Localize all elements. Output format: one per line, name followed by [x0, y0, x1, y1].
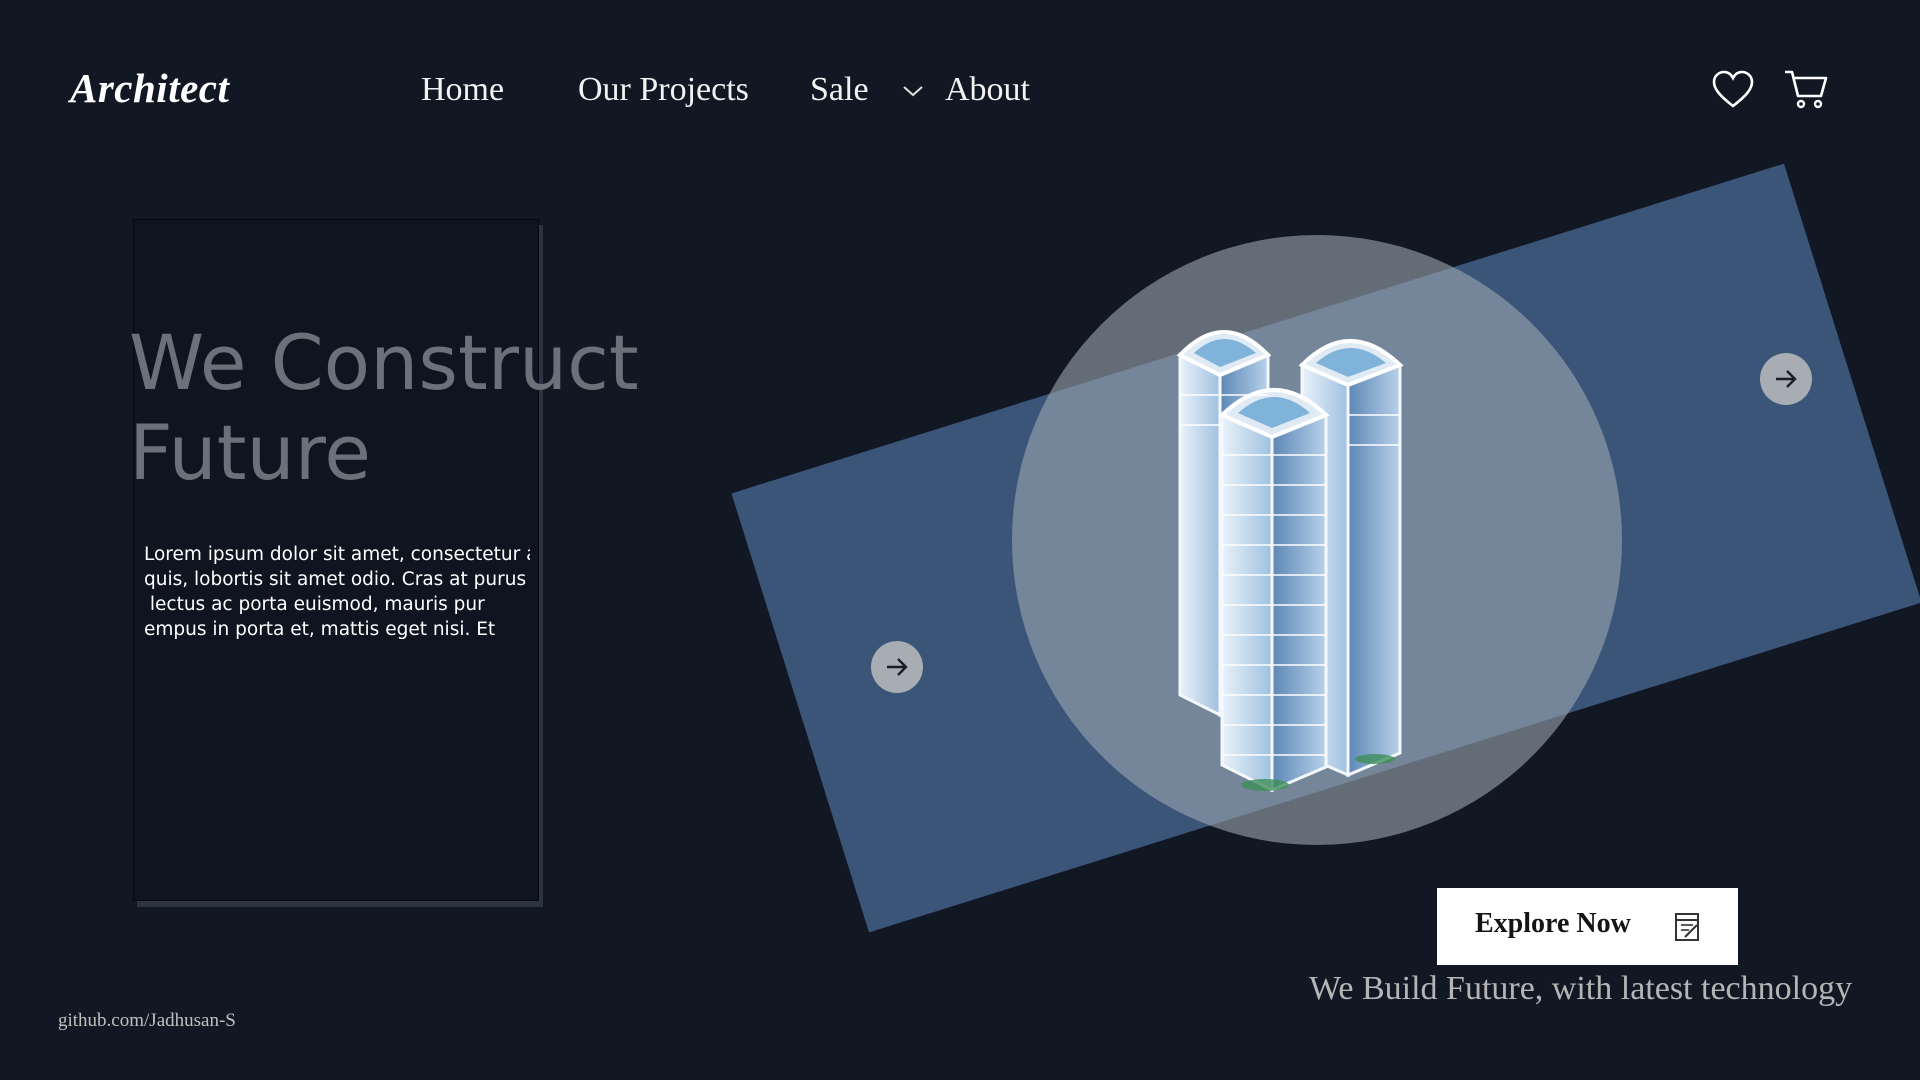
hero-description-line: lectus ac porta euismod, mauris pur: [144, 594, 485, 615]
slider-next-button[interactable]: [1760, 353, 1812, 405]
github-link[interactable]: github.com/Jadhusan-S: [58, 1010, 236, 1032]
nav-sale[interactable]: Sale: [810, 71, 869, 109]
tower: [1218, 388, 1330, 793]
nav-about[interactable]: About: [945, 71, 1030, 109]
nav-our-projects[interactable]: Our Projects: [578, 71, 749, 109]
hero-description-line: Lorem ipsum dolor sit amet, consectetur …: [144, 544, 530, 565]
hero-description-line: empus in porta et, mattis eget nisi. Et: [144, 619, 496, 640]
cart-icon[interactable]: [1783, 68, 1829, 110]
arrow-right-icon: [887, 658, 908, 676]
hero-description-line: quis, lobortis sit amet odio. Cras at pu…: [144, 569, 530, 590]
logo[interactable]: Architect: [70, 64, 229, 112]
nav-home[interactable]: Home: [421, 71, 504, 109]
arrow-right-icon: [1776, 370, 1797, 388]
note-icon: [1675, 913, 1699, 941]
hero-title-line-1: We Construct: [129, 318, 639, 407]
explore-now-button[interactable]: Explore Now: [1437, 888, 1738, 965]
tagline: We Build Future, with latest technology: [1309, 970, 1853, 1007]
chevron-down-icon[interactable]: [902, 84, 924, 98]
slider-prev-button[interactable]: [871, 641, 923, 693]
hero-title: We Construct Future: [129, 318, 639, 498]
heart-icon[interactable]: [1712, 70, 1754, 110]
building-illustration: [1176, 330, 1404, 793]
explore-now-label: Explore Now: [1475, 908, 1631, 939]
hero-title-line-2: Future: [129, 408, 372, 497]
hero-description: Lorem ipsum dolor sit amet, consectetur …: [144, 542, 530, 642]
